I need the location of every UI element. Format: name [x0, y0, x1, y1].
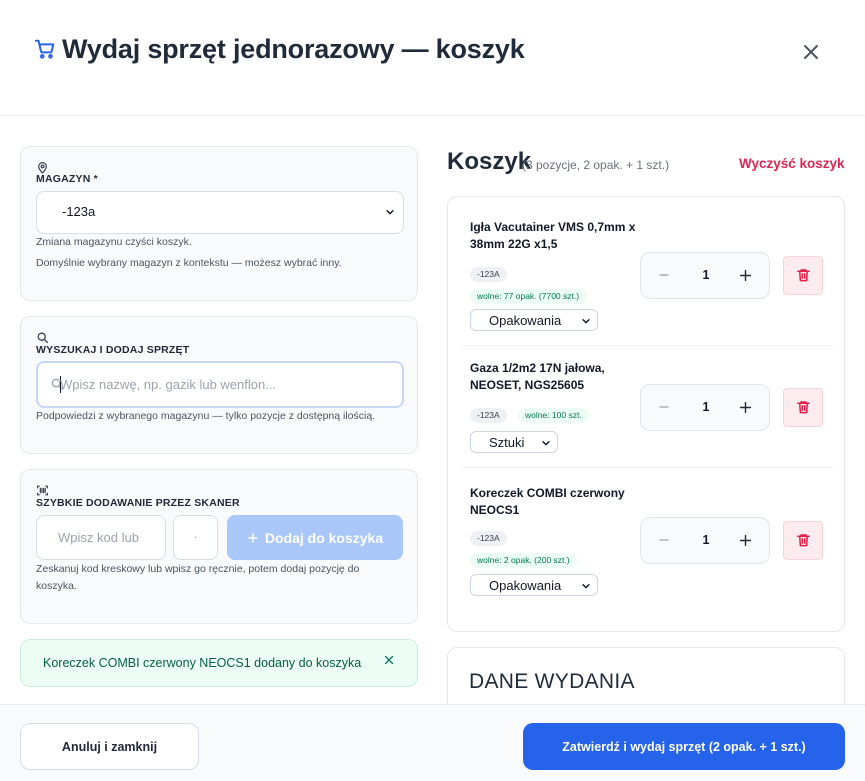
item-name: Gaza 1/2m2 17N jałowa, NEOSET, NGS25605	[470, 361, 605, 392]
delete-item-button[interactable]	[783, 388, 823, 427]
cart-item: Igła Vacutainer VMS 0,7mm x 38mm 22G x1,…	[460, 219, 834, 334]
item-unit-select[interactable]: Opakowania	[470, 309, 598, 331]
cart-item: Koreczek COMBI czerwony NEOCS1 -123A wol…	[460, 485, 834, 600]
barcode-placeholder: Wpisz kod lub	[58, 530, 139, 545]
warehouse-select[interactable]: -123a	[36, 191, 404, 234]
cart-title: Koszyk	[447, 148, 532, 175]
scanner-hint: Zeskanuj kod kreskowy lub wpisz go ręczn…	[36, 563, 360, 592]
confirm-issue-button[interactable]: Zatwierdź i wydaj sprzęt (2 opak. + 1 sz…	[523, 723, 845, 770]
quantity-stepper: 1	[640, 517, 770, 564]
add-to-cart-button[interactable]: Dodaj do koszyka	[227, 515, 403, 560]
item-unit-select[interactable]: Sztuki	[470, 431, 558, 453]
barcode-input[interactable]: Wpisz kod lub	[36, 515, 166, 560]
close-icon[interactable]	[383, 654, 395, 666]
plus-icon[interactable]	[739, 401, 752, 414]
delete-item-button[interactable]	[783, 521, 823, 560]
plus-icon[interactable]	[739, 534, 752, 547]
trash-icon	[797, 401, 810, 414]
warehouse-hint-2: Domyślnie wybrany magazyn z kontekstu — …	[36, 257, 342, 269]
scanner-section: SZYBKIE DODAWANIE PRZEZ SKANER Wpisz kod…	[20, 469, 418, 624]
scanner-qty-placeholder: ·	[193, 529, 198, 544]
cancel-button[interactable]: Anuluj i zamknij	[20, 723, 199, 770]
barcode-scan-icon	[37, 485, 48, 496]
item-warehouse-badge: -123A	[470, 531, 507, 546]
item-unit-value: Opakowania	[489, 578, 562, 593]
item-availability-badge: wolne: 77 opak. (7700 szt.)	[470, 289, 587, 304]
quantity-value[interactable]: 1	[696, 268, 716, 282]
trash-icon	[797, 269, 810, 282]
warehouse-label: MAGAZYN *	[36, 173, 98, 185]
trash-icon	[797, 534, 810, 547]
delete-item-button[interactable]	[783, 256, 823, 295]
scanner-qty-input[interactable]: ·	[173, 515, 218, 560]
plus-icon	[248, 532, 258, 543]
item-name: Koreczek COMBI czerwony NEOCS1	[470, 486, 625, 517]
item-unit-value: Sztuki	[489, 435, 525, 450]
cart-summary: (3 pozycje, 2 opak. + 1 szt.)	[522, 158, 670, 172]
scanner-label: SZYBKIE DODAWANIE PRZEZ SKANER	[36, 497, 240, 509]
success-toast: Koreczek COMBI czerwony NEOCS1 dodany do…	[20, 639, 418, 687]
item-availability-badge: wolne: 100 szt.	[518, 408, 589, 423]
quantity-stepper: 1	[640, 384, 770, 431]
shopping-cart-icon	[34, 39, 55, 59]
item-unit-value: Opakowania	[489, 313, 562, 328]
chevron-down-icon	[542, 441, 550, 446]
warehouse-hint-1: Zmiana magazynu czyści koszyk.	[36, 236, 192, 248]
minus-icon[interactable]	[658, 534, 670, 546]
item-availability-badge: wolne: 2 opak. (200 szt.)	[470, 553, 577, 568]
minus-icon[interactable]	[658, 269, 670, 281]
warehouse-section: MAGAZYN * -123a Zmiana magazynu czyści k…	[20, 146, 418, 301]
item-warehouse-badge: -123A	[470, 408, 507, 423]
toast-message: Koreczek COMBI czerwony NEOCS1 dodany do…	[43, 656, 362, 670]
warehouse-select-value: -123a	[62, 204, 96, 219]
chevron-down-icon	[386, 210, 394, 215]
cart-list: Igła Vacutainer VMS 0,7mm x 38mm 22G x1,…	[447, 196, 845, 632]
search-input[interactable]: Wpisz nazwę, np. gazik lub wenflon...	[36, 361, 404, 408]
search-placeholder: Wpisz nazwę, np. gazik lub wenflon...	[60, 377, 277, 392]
modal-footer: Anuluj i zamknij Zatwierdź i wydaj sprzę…	[0, 704, 865, 781]
search-hint: Podpowiedzi z wybranego magazynu — tylko…	[36, 410, 376, 422]
minus-icon[interactable]	[658, 401, 670, 413]
search-label: WYSZUKAJ I DODAJ SPRZĘT	[36, 344, 190, 356]
modal-title: Wydaj sprzęt jednorazowy — koszyk	[62, 34, 525, 64]
item-divider	[460, 345, 834, 346]
search-icon	[37, 332, 49, 344]
quantity-stepper: 1	[640, 252, 770, 299]
chevron-down-icon	[582, 584, 590, 589]
item-warehouse-badge: -123A	[470, 267, 507, 282]
issue-details-title: DANE WYDANIA	[469, 670, 635, 693]
chevron-down-icon	[582, 319, 590, 324]
clear-cart-button[interactable]: Wyczyść koszyk	[739, 156, 845, 171]
close-icon[interactable]	[799, 40, 823, 64]
search-section: WYSZUKAJ I DODAJ SPRZĘT Wpisz nazwę, np.…	[20, 316, 418, 454]
item-name: Igła Vacutainer VMS 0,7mm x 38mm 22G x1,…	[470, 220, 636, 251]
cart-item: Gaza 1/2m2 17N jałowa, NEOSET, NGS25605 …	[460, 360, 834, 456]
quantity-value[interactable]: 1	[696, 533, 716, 547]
plus-icon[interactable]	[739, 269, 752, 282]
modal-header: Wydaj sprzęt jednorazowy — koszyk	[0, 0, 865, 116]
item-unit-select[interactable]: Opakowania	[470, 574, 598, 596]
item-divider	[460, 467, 834, 468]
add-to-cart-label: Dodaj do koszyka	[264, 529, 384, 546]
quantity-value[interactable]: 1	[696, 400, 716, 414]
